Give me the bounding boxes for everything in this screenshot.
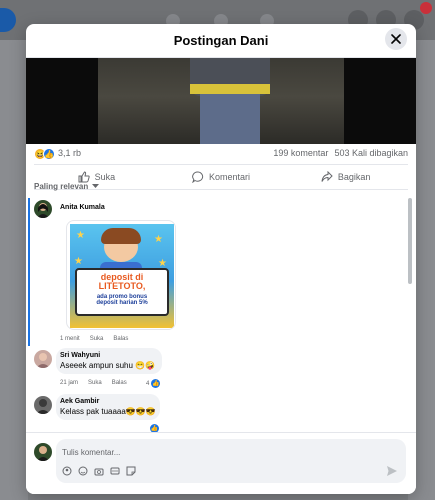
sticker-icon[interactable] [126, 466, 136, 476]
comment-sticker[interactable]: ★ ★ ★ ★ deposit di LITETOTO, ada promo b… [66, 220, 176, 330]
camera-glyph [94, 468, 104, 476]
comment-input[interactable] [62, 445, 382, 459]
comment-time[interactable]: 1 menit [60, 336, 80, 342]
comment-label: Komentari [208, 172, 251, 182]
like-label: Suka [94, 172, 116, 182]
close-button[interactable] [385, 28, 407, 50]
comment-reply-link[interactable]: Balas [113, 336, 128, 342]
like-reaction-icon: 👍 [43, 148, 55, 160]
video-frame [98, 58, 344, 144]
thread-line [28, 198, 30, 346]
star-icon: ★ [74, 256, 83, 267]
comment-text: Aseeek ampun suhu 😁🤪 [60, 361, 156, 370]
filter-label: Paling relevan [34, 182, 89, 191]
reaction-icons[interactable]: 😆 👍 [34, 148, 55, 160]
video-person [190, 58, 270, 144]
comment-author[interactable]: Sri Wahyuni [60, 352, 100, 359]
avatar-image [34, 350, 52, 368]
scrollbar[interactable] [408, 198, 412, 284]
avatar-image [34, 443, 52, 461]
comment-item: Sri Wahyuni Aseeek ampun suhu 😁🤪 21 jam … [32, 348, 402, 392]
gif-glyph [110, 467, 120, 475]
comment-button[interactable]: Komentari [159, 165, 284, 189]
avatar[interactable] [34, 396, 52, 414]
comment-item: Aek Gambir Kelass pak tuaaaa😎😎😎 👍 [32, 394, 402, 432]
chevron-down-icon [92, 184, 100, 188]
comment-filter[interactable]: Paling relevan [34, 182, 100, 191]
like-reaction-icon: 👍 [151, 379, 161, 388]
avatar-image [34, 396, 52, 414]
avatar-sticker-icon[interactable] [62, 466, 72, 476]
composer-tools [62, 466, 136, 476]
comment-icon [192, 171, 204, 183]
notification-badge [420, 2, 432, 14]
comment-like-link[interactable]: Suka [88, 380, 102, 386]
video-legs [200, 94, 260, 144]
comment-like-count: 4 [146, 380, 150, 387]
emoji-icon[interactable] [78, 466, 88, 476]
comment-item: Anita Kumala ★ ★ ★ ★ deposit di LITETOTO… [32, 198, 402, 348]
camera-icon[interactable] [94, 466, 104, 476]
comment-meta: 1 menit Suka Balas [60, 336, 128, 342]
star-icon: ★ [154, 234, 163, 245]
share-count[interactable]: 503 Kali dibagikan [334, 148, 408, 158]
avatar[interactable] [34, 350, 52, 368]
share-button[interactable]: Bagikan [283, 165, 408, 189]
comment-meta: 21 jam Suka Balas [60, 380, 127, 386]
gif-icon[interactable] [110, 466, 120, 476]
send-icon[interactable] [386, 465, 398, 477]
avatar-sticker-glyph [62, 466, 72, 476]
comment-author[interactable]: Anita Kumala [60, 204, 105, 211]
sticker-sign: deposit di LITETOTO, ada promo bonus dep… [75, 268, 169, 316]
star-icon: ★ [76, 230, 85, 241]
emoji-glyph [78, 466, 88, 476]
comments-list: Anita Kumala ★ ★ ★ ★ deposit di LITETOTO… [26, 198, 416, 432]
share-label: Bagikan [337, 172, 371, 182]
close-icon [391, 34, 401, 44]
reaction-count[interactable]: 3,1 rb [58, 148, 81, 158]
avatar-image [34, 200, 52, 218]
modal-title: Postingan Dani [173, 33, 269, 48]
post-stats: 😆 👍 3,1 rb 199 komentar 503 Kali dibagik… [26, 144, 416, 164]
video-stripe [190, 84, 270, 94]
sticker-kid-hair [101, 228, 141, 244]
modal-header: Postingan Dani [26, 24, 416, 58]
comment-text: Kelass pak tuaaaa😎😎😎 [60, 407, 156, 416]
comment-reply-link[interactable]: Balas [112, 380, 127, 386]
comment-author[interactable]: Aek Gambir [60, 398, 99, 405]
sticker-line-1: deposit di LITETOTO, [98, 272, 146, 292]
avatar [34, 443, 52, 461]
sticker-background: ★ ★ ★ ★ deposit di LITETOTO, ada promo b… [70, 224, 174, 328]
comment-like-badge[interactable]: 4 👍 [146, 379, 161, 388]
sticker-line-3: deposit harian 5% [96, 300, 148, 307]
comment-like-link[interactable]: Suka [90, 336, 104, 342]
post-video[interactable] [26, 58, 416, 144]
share-icon [321, 171, 333, 182]
like-reaction-icon: 👍 [150, 424, 159, 432]
avatar[interactable] [34, 200, 52, 218]
comment-time[interactable]: 21 jam [60, 380, 78, 386]
post-modal: Postingan Dani 😆 👍 3,1 rb 199 komentar 5… [26, 24, 416, 494]
sticker-glyph [126, 466, 136, 476]
comment-composer [26, 432, 416, 494]
comment-count[interactable]: 199 komentar [273, 148, 328, 158]
comment-input-box [56, 439, 406, 483]
